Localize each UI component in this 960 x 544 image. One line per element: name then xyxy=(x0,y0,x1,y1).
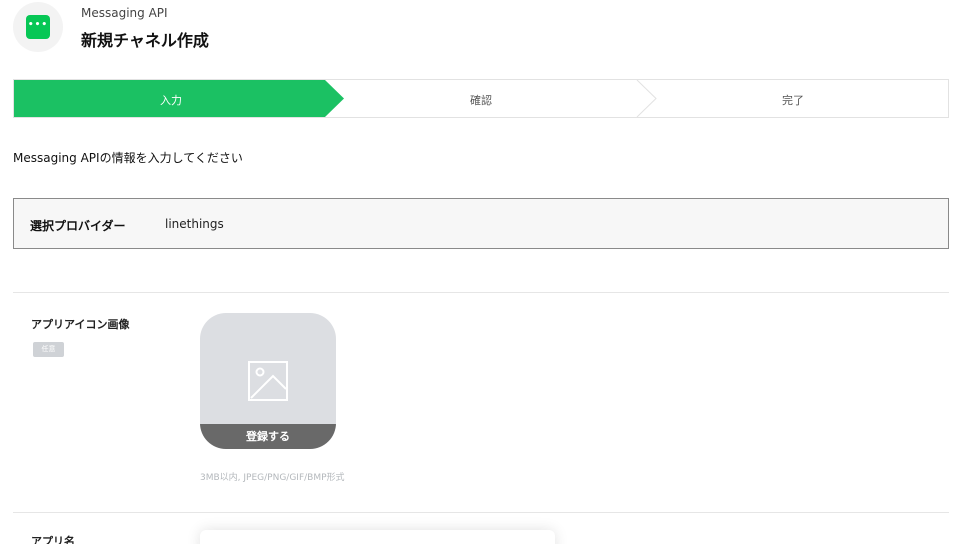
page-header: ••• Messaging API 新規チャネル作成 xyxy=(0,0,960,60)
step-input: 入力 xyxy=(160,94,182,107)
section-divider xyxy=(13,292,949,293)
step-separator xyxy=(636,80,657,117)
register-icon-button[interactable]: 登録する xyxy=(200,424,336,449)
selected-provider-box: 選択プロバイダー linethings xyxy=(13,198,949,249)
channel-logo: ••• xyxy=(13,2,63,52)
provider-value: linethings xyxy=(165,217,224,231)
section-divider xyxy=(13,512,949,513)
app-name-input[interactable] xyxy=(200,530,555,544)
provider-label: 選択プロバイダー xyxy=(30,219,126,233)
instruction-text: Messaging APIの情報を入力してください xyxy=(13,151,243,165)
step-complete: 完了 xyxy=(782,94,804,107)
app-name-label: アプリ名 xyxy=(31,535,75,544)
image-icon xyxy=(248,361,288,401)
upload-hint: 3MB以内, JPEG/PNG/GIF/BMP形式 xyxy=(200,473,345,483)
optional-badge: 任意 xyxy=(33,342,64,357)
step-confirm: 確認 xyxy=(470,94,492,107)
step-indicator: 入力 確認 完了 xyxy=(13,79,949,118)
app-icon-upload[interactable]: 登録する xyxy=(200,313,336,449)
app-icon-label: アプリアイコン画像 xyxy=(31,318,130,331)
page-title: 新規チャネル作成 xyxy=(81,31,209,50)
chat-bubble-icon: ••• xyxy=(26,15,50,39)
channel-type-label: Messaging API xyxy=(81,6,168,20)
